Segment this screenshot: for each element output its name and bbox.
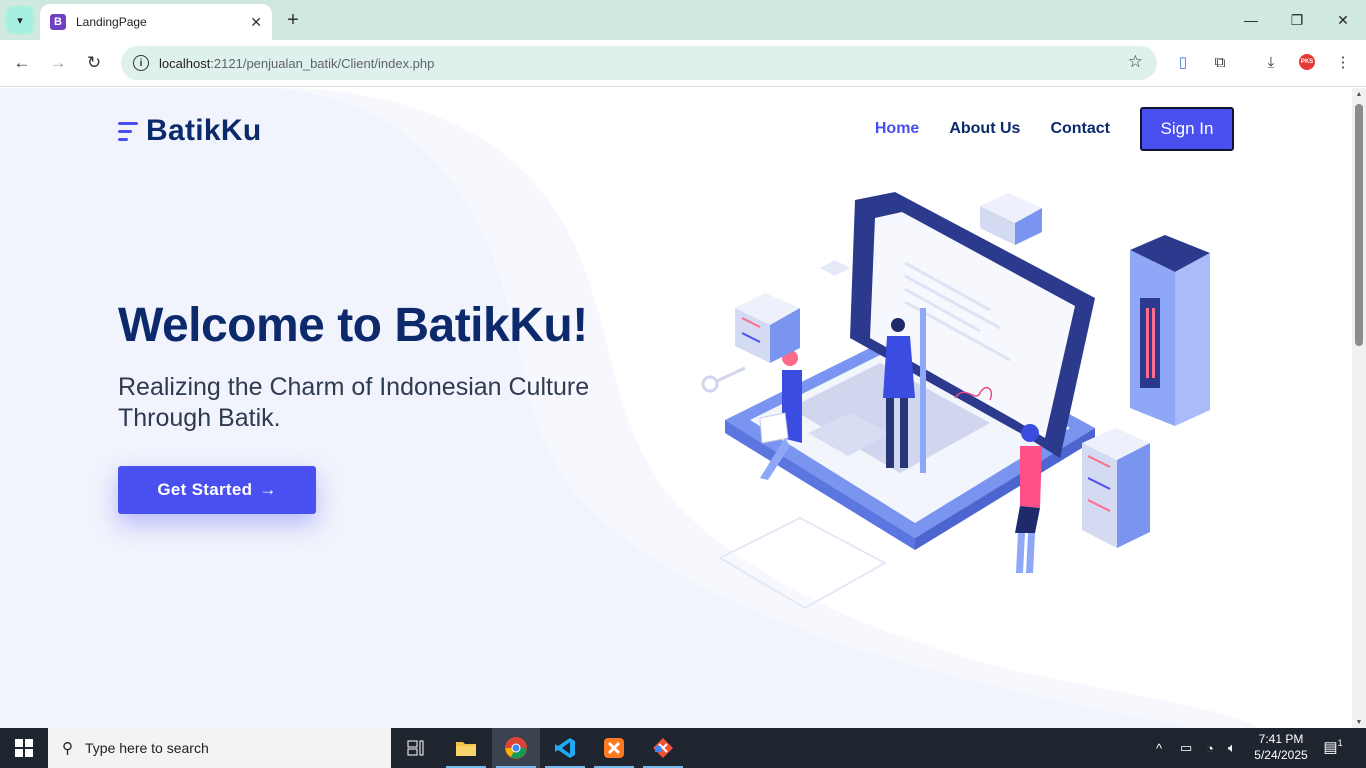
page-scrollbar[interactable]: ▲ ▼ — [1352, 88, 1366, 728]
git-icon[interactable] — [639, 728, 687, 768]
site-info-icon[interactable]: i — [133, 55, 149, 71]
network-icon[interactable]: ◔ — [1206, 728, 1214, 768]
task-view-icon[interactable] — [392, 728, 440, 768]
close-tab-icon[interactable]: ✕ — [250, 14, 262, 31]
windows-taskbar: ⚲ Type here to search ^ ▭ ◔ 🔈︎ 7:41 PM 5… — [0, 728, 1366, 768]
battery-icon[interactable]: ▭ — [1180, 728, 1192, 768]
notification-count: 1 — [1337, 738, 1343, 748]
bookmark-star-icon[interactable]: ☆ — [1128, 52, 1143, 72]
notification-center-icon[interactable]: ▤1 — [1322, 738, 1344, 758]
back-icon[interactable]: ← — [10, 51, 34, 75]
hero-title: Welcome to BatikKu! — [118, 299, 588, 352]
scroll-down-icon[interactable]: ▼ — [1355, 719, 1363, 726]
windows-start-icon[interactable] — [0, 728, 48, 768]
brand-name: BatikKu — [146, 114, 262, 147]
volume-icon[interactable]: 🔈︎ — [1228, 728, 1236, 768]
bootstrap-favicon-icon: B — [50, 14, 66, 30]
minimize-window-icon[interactable]: — — [1228, 8, 1274, 32]
nav-about-link[interactable]: About Us — [949, 120, 1020, 138]
new-tab-icon[interactable]: + — [283, 8, 303, 32]
nav-home-link[interactable]: Home — [875, 120, 919, 138]
xampp-icon[interactable] — [590, 728, 638, 768]
tab-search-extension-icon[interactable]: ▯ — [1172, 52, 1194, 74]
file-explorer-icon[interactable] — [442, 728, 490, 768]
vscode-icon[interactable] — [541, 728, 589, 768]
main-nav: Home About Us Contact Sign In — [845, 107, 1234, 151]
scroll-up-icon[interactable]: ▲ — [1355, 91, 1363, 98]
brand-logo[interactable]: BatikKu — [118, 114, 261, 148]
chrome-icon[interactable] — [492, 728, 540, 768]
download-icon[interactable]: ⤓ — [1260, 52, 1282, 74]
forward-icon[interactable]: → — [46, 51, 70, 75]
clock-time: 7:41 PM — [1258, 732, 1304, 746]
tab-title: LandingPage — [76, 15, 147, 29]
browser-tab[interactable]: B LandingPage ✕ — [40, 4, 272, 40]
show-hidden-icons-chevron-icon[interactable]: ^ — [1156, 728, 1162, 768]
url-path: :2121/penjualan_batik/Client/index.php — [210, 55, 435, 71]
profile-avatar-icon[interactable]: PKS — [1299, 54, 1315, 70]
hero-illustration — [701, 192, 1210, 610]
reload-icon[interactable]: ↻ — [82, 51, 106, 75]
server-top — [980, 193, 1042, 245]
get-started-button[interactable]: Get Started → — [118, 466, 316, 514]
server-tower — [1130, 235, 1210, 426]
browser-toolbar: ← → ↻ i localhost:2121/penjualan_batik/C… — [0, 40, 1366, 87]
sign-in-button[interactable]: Sign In — [1140, 107, 1234, 151]
server-stack-right — [1082, 428, 1150, 548]
server-stack-left — [735, 293, 800, 363]
taskbar-clock[interactable]: 7:41 PM 5/24/2025 — [1252, 731, 1310, 763]
extensions-puzzle-icon[interactable]: ⧉ — [1209, 52, 1231, 74]
taskbar-search-input[interactable]: ⚲ Type here to search — [48, 728, 391, 768]
more-menu-icon[interactable]: ⋮ — [1332, 52, 1354, 74]
address-bar[interactable]: i localhost:2121/penjualan_batik/Client/… — [121, 46, 1157, 80]
landing-page: BatikKu Home About Us Contact Sign In We… — [0, 88, 1352, 728]
url-host: localhost — [159, 55, 211, 71]
scrollbar-thumb[interactable] — [1355, 104, 1363, 346]
tab-search-chevron-icon[interactable]: ▾ — [6, 6, 34, 34]
browser-tabbar: ▾ B LandingPage ✕ + — ❐ ✕ — [0, 0, 1366, 40]
arrow-right-icon: → — [259, 480, 277, 499]
hero-subtitle: Realizing the Charm of Indonesian Cultur… — [118, 373, 590, 432]
nav-contact-link[interactable]: Contact — [1050, 120, 1110, 138]
menu-bars-icon — [118, 121, 138, 141]
restore-window-icon[interactable]: ❐ — [1274, 8, 1320, 32]
taskbar-search-placeholder: Type here to search — [85, 740, 209, 756]
get-started-label: Get Started — [157, 480, 253, 499]
close-window-icon[interactable]: ✕ — [1320, 8, 1366, 32]
clock-date: 5/24/2025 — [1254, 748, 1308, 762]
search-icon: ⚲ — [62, 740, 73, 757]
